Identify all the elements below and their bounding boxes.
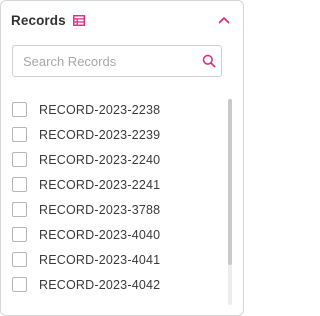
record-checkbox[interactable] — [12, 102, 27, 117]
scrollbar-thumb[interactable] — [228, 99, 232, 265]
search-icon[interactable] — [202, 54, 216, 68]
record-checkbox[interactable] — [12, 227, 27, 242]
record-checkbox[interactable] — [12, 152, 27, 167]
search-input[interactable] — [13, 46, 195, 76]
list-item[interactable]: RECORD-2023-3788 — [12, 197, 222, 222]
record-label: RECORD-2023-4040 — [39, 227, 161, 242]
records-list: RECORD-2023-2238 RECORD-2023-2239 RECORD… — [12, 97, 222, 301]
record-checkbox[interactable] — [12, 177, 27, 192]
scrollbar-track[interactable] — [228, 99, 232, 305]
list-item[interactable]: RECORD-2023-2241 — [12, 172, 222, 197]
record-label: RECORD-2023-4042 — [39, 277, 161, 292]
list-item[interactable]: RECORD-2023-4041 — [12, 247, 222, 272]
record-label: RECORD-2023-3788 — [39, 202, 161, 217]
record-label: RECORD-2023-2240 — [39, 152, 161, 167]
record-label: RECORD-2023-2241 — [39, 177, 161, 192]
record-label: RECORD-2023-2238 — [39, 102, 161, 117]
list-item[interactable]: RECORD-2023-4040 — [12, 222, 222, 247]
record-checkbox[interactable] — [12, 127, 27, 142]
list-item[interactable]: RECORD-2023-4042 — [12, 272, 222, 297]
search-box — [12, 45, 222, 77]
record-label: RECORD-2023-2239 — [39, 127, 161, 142]
list-item[interactable]: RECORD-2023-2238 — [12, 97, 222, 122]
record-checkbox[interactable] — [12, 277, 27, 292]
list-item[interactable]: RECORD-2023-2240 — [12, 147, 222, 172]
record-checkbox[interactable] — [12, 202, 27, 217]
record-label: RECORD-2023-4041 — [39, 252, 161, 267]
panel-title: Records — [11, 12, 66, 28]
list-item[interactable]: RECORD-2023-2239 — [12, 122, 222, 147]
chevron-up-icon[interactable] — [217, 13, 231, 27]
table-icon — [72, 14, 85, 26]
records-panel: Records RECORD-2023-2238 RECORD-2023-223… — [0, 0, 244, 316]
panel-header: Records — [11, 10, 233, 30]
record-checkbox[interactable] — [12, 252, 27, 267]
